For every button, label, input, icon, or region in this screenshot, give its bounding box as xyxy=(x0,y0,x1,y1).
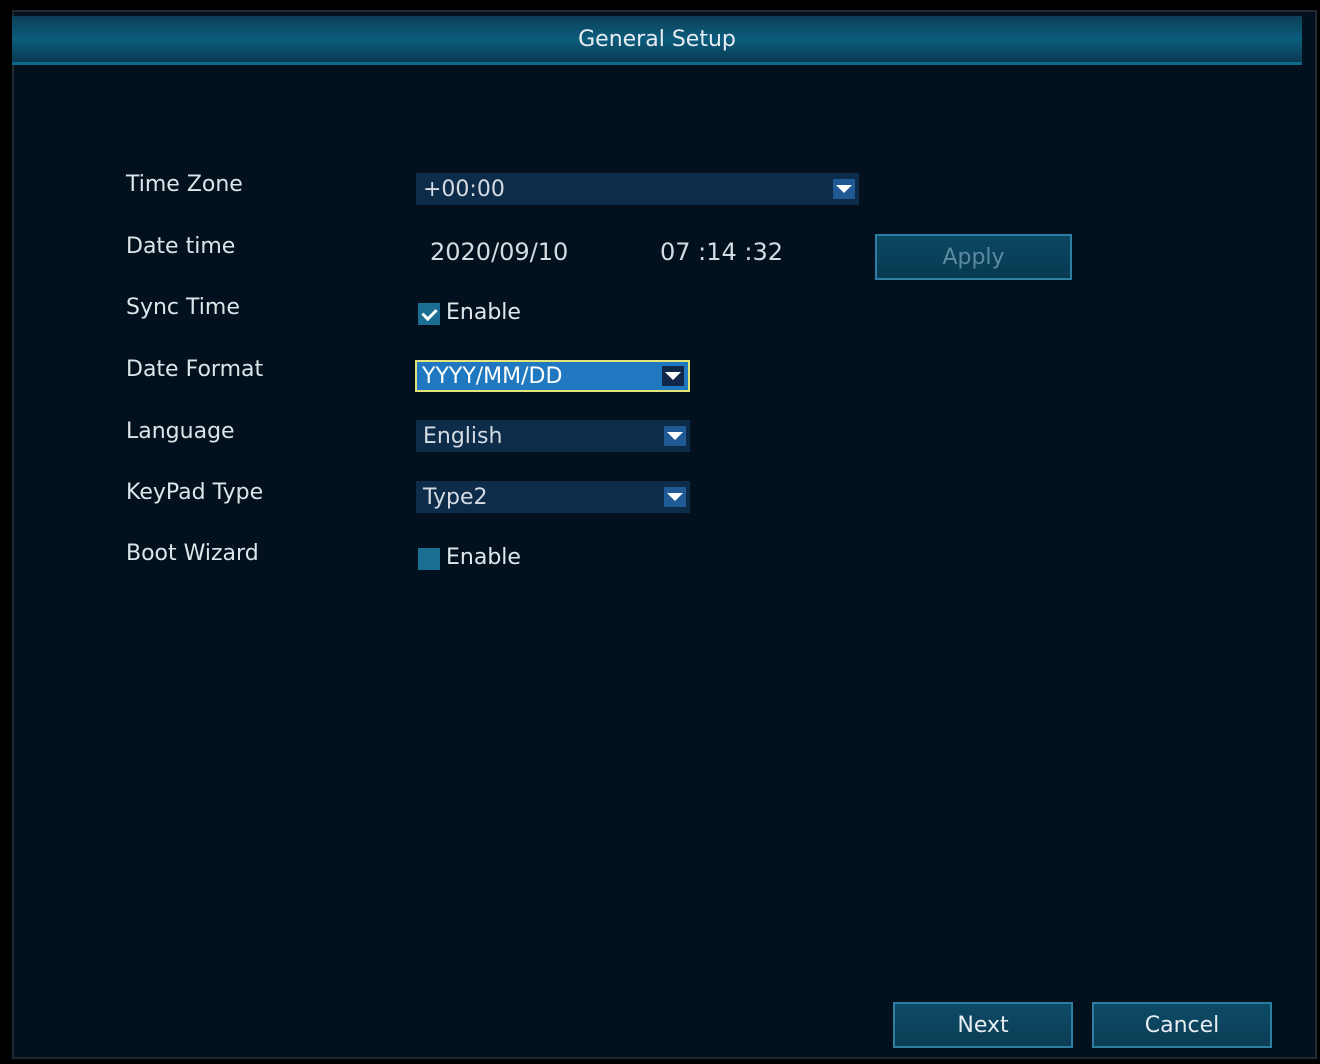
setup-window xyxy=(12,10,1317,1059)
boot-wizard-label: Boot Wizard xyxy=(126,541,259,566)
boot-wizard-checkbox[interactable] xyxy=(418,548,440,570)
keypad-type-value: Type2 xyxy=(423,484,488,510)
keypad-type-label: KeyPad Type xyxy=(126,480,264,505)
time-field[interactable]: 07 :14 :32 xyxy=(660,238,783,266)
language-value: English xyxy=(423,423,503,449)
chevron-down-icon xyxy=(664,487,686,507)
chevron-down-icon xyxy=(664,426,686,446)
sync-time-label: Sync Time xyxy=(126,295,240,320)
next-button[interactable]: Next xyxy=(893,1002,1073,1048)
date-format-dropdown[interactable]: YYYY/MM/DD xyxy=(415,360,690,392)
window-title: General Setup xyxy=(578,26,736,52)
date-time-label: Date time xyxy=(126,234,236,259)
date-field[interactable]: 2020/09/10 xyxy=(430,238,568,266)
date-format-value: YYYY/MM/DD xyxy=(422,363,563,389)
time-zone-label: Time Zone xyxy=(126,172,243,197)
sync-time-checkbox[interactable] xyxy=(418,303,440,325)
boot-wizard-enable-label: Enable xyxy=(446,545,521,570)
date-format-label: Date Format xyxy=(126,357,264,382)
keypad-type-dropdown[interactable]: Type2 xyxy=(416,481,690,513)
language-label: Language xyxy=(126,419,235,444)
sync-time-enable-label: Enable xyxy=(446,300,521,325)
language-dropdown[interactable]: English xyxy=(416,420,690,452)
cancel-button[interactable]: Cancel xyxy=(1092,1002,1272,1048)
time-zone-value: +00:00 xyxy=(423,176,505,202)
apply-button[interactable]: Apply xyxy=(875,234,1072,280)
time-zone-dropdown[interactable]: +00:00 xyxy=(416,173,859,205)
title-bar: General Setup xyxy=(12,16,1302,65)
chevron-down-icon xyxy=(833,179,855,199)
chevron-down-icon xyxy=(662,366,684,386)
